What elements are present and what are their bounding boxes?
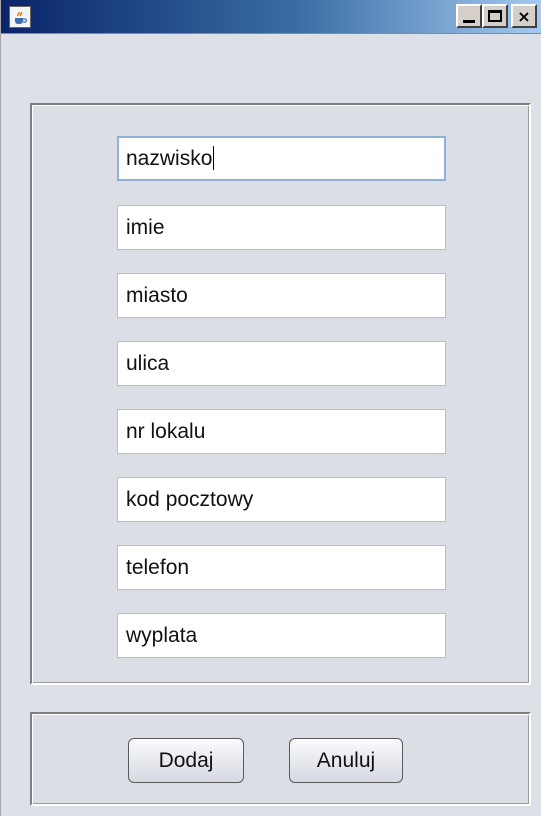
field-value: miasto bbox=[126, 284, 188, 307]
java-cup-icon-graphic bbox=[15, 11, 28, 24]
kod-pocztowy-field[interactable]: kod pocztowy bbox=[117, 477, 446, 522]
telefon-field[interactable]: telefon bbox=[117, 545, 446, 590]
minimize-button[interactable] bbox=[456, 4, 482, 28]
add-button[interactable]: Dodaj bbox=[128, 738, 244, 783]
fields-panel: nazwisko imie miasto ulica nr lokalu kod… bbox=[30, 103, 531, 685]
maximize-button[interactable] bbox=[482, 4, 508, 28]
wyplata-field[interactable]: wyplata bbox=[117, 613, 446, 658]
dialog-window: × nazwisko imie miasto ulica nr lokalu k… bbox=[0, 0, 541, 816]
imie-field[interactable]: imie bbox=[117, 205, 446, 250]
field-value: kod pocztowy bbox=[126, 488, 254, 511]
cancel-button[interactable]: Anuluj bbox=[289, 738, 403, 783]
nr-lokalu-field[interactable]: nr lokalu bbox=[117, 409, 446, 454]
field-value: nr lokalu bbox=[126, 420, 206, 443]
nazwisko-field[interactable]: nazwisko bbox=[117, 136, 446, 181]
java-cup-icon[interactable] bbox=[9, 6, 31, 28]
title-bar[interactable]: × bbox=[1, 0, 541, 34]
maximize-icon bbox=[488, 10, 502, 22]
ulica-field[interactable]: ulica bbox=[117, 341, 446, 386]
miasto-field[interactable]: miasto bbox=[117, 273, 446, 318]
minimize-icon bbox=[463, 19, 475, 23]
field-value: nazwisko bbox=[126, 147, 213, 170]
field-value: wyplata bbox=[126, 624, 198, 647]
field-value: imie bbox=[126, 216, 165, 239]
close-icon: × bbox=[517, 6, 531, 26]
field-value: ulica bbox=[126, 352, 170, 375]
text-caret bbox=[213, 145, 215, 170]
field-value: telefon bbox=[126, 556, 190, 579]
buttons-panel: Dodaj Anuluj bbox=[30, 712, 531, 806]
close-button[interactable]: × bbox=[511, 4, 537, 28]
